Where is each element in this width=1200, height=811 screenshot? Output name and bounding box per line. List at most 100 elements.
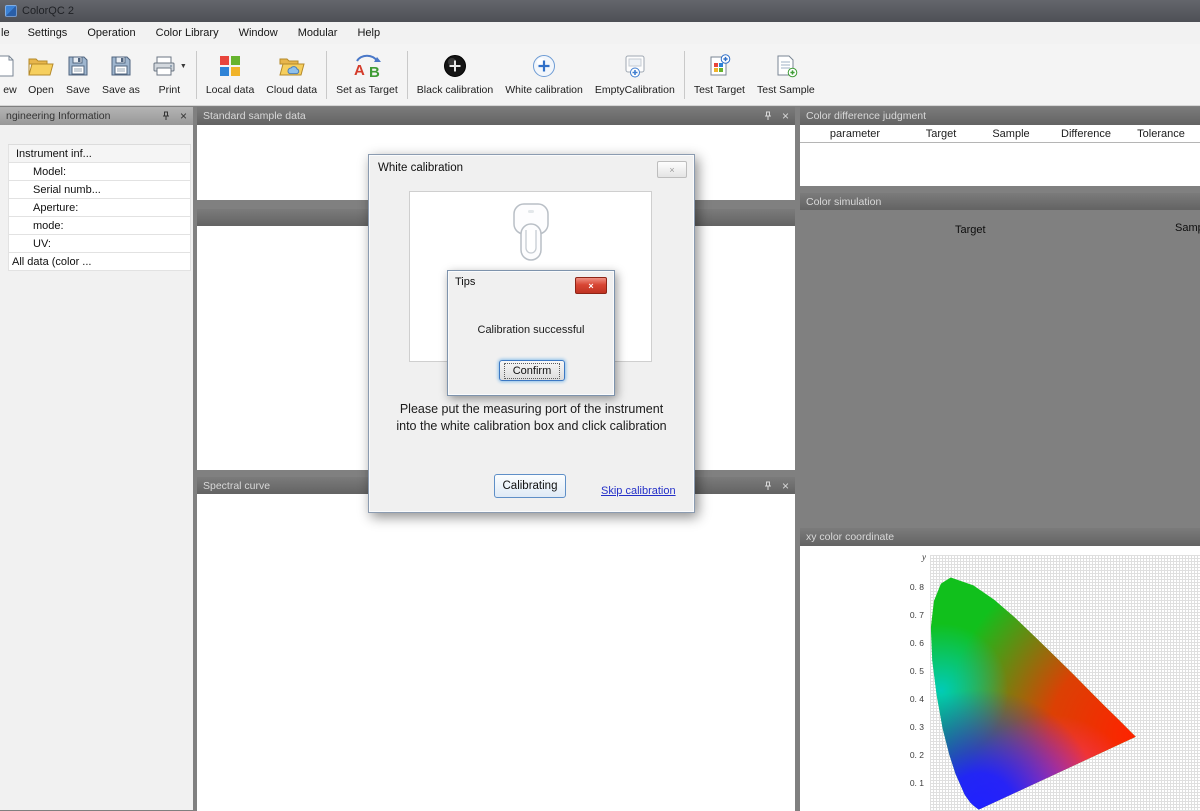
color-difference-judgment-panel: Color difference judgment parameter Targ… (800, 107, 1200, 186)
spectral-curve-body (197, 494, 795, 811)
save-as-button[interactable]: Save as (96, 49, 146, 98)
tree-row-serial-number[interactable]: Serial numb... (8, 181, 191, 199)
y-tick: 0. 7 (894, 610, 924, 620)
menubar: le Settings Operation Color Library Wind… (0, 22, 1200, 44)
judgment-header: Color difference judgment (800, 107, 1200, 125)
panel-title: ngineering Information (6, 110, 110, 122)
instrument-tree: Instrument inf... Model: Serial numb... … (8, 144, 191, 271)
panel-title: xy color coordinate (806, 531, 894, 543)
set-as-target-button[interactable]: A B Set as Target (330, 49, 404, 98)
y-tick: 0. 3 (894, 722, 924, 732)
ab-swap-icon: A B (350, 51, 384, 81)
column-sample: Sample (972, 128, 1050, 140)
tree-row-all-data[interactable]: All data (color ... (8, 253, 191, 271)
calibration-instructions: Please put the measuring port of the ins… (369, 401, 694, 435)
tree-row-model[interactable]: Model: (8, 163, 191, 181)
engineering-information-panel: ngineering Information × Instrument inf.… (0, 107, 193, 811)
dialog-close-button[interactable]: × (657, 161, 687, 178)
menu-color-library[interactable]: Color Library (146, 22, 229, 44)
toolbar-label: Cloud data (266, 84, 317, 96)
tree-row-label: Model: (33, 166, 66, 178)
tree-row-label: Instrument inf... (16, 148, 92, 160)
cie-chromaticity-diagram (930, 559, 1154, 811)
tree-row-label: UV: (33, 238, 51, 250)
tree-row-label: mode: (33, 220, 64, 232)
y-tick: 0. 5 (894, 666, 924, 676)
toolbar-separator (196, 51, 197, 99)
new-button[interactable]: ew (0, 49, 22, 98)
confirm-button-label: Confirm (504, 363, 561, 379)
tree-row-aperture[interactable]: Aperture: (8, 199, 191, 217)
close-icon[interactable]: × (782, 111, 789, 121)
skip-calibration-link[interactable]: Skip calibration (601, 485, 676, 497)
app-icon (5, 5, 17, 17)
window-title: ColorQC 2 (22, 5, 74, 17)
test-target-doc-icon (707, 51, 731, 81)
toolbar-label: ew (3, 84, 16, 96)
pin-icon[interactable] (763, 481, 773, 491)
tips-dialog: Tips × Calibration successful Confirm (447, 270, 615, 396)
toolbar-label: EmptyCalibration (595, 84, 675, 96)
toolbar-label: Save (66, 84, 90, 96)
standard-sample-header: Standard sample data × (197, 107, 795, 125)
menu-file[interactable]: le (0, 22, 18, 44)
pin-icon[interactable] (161, 111, 171, 121)
printer-icon (152, 55, 176, 77)
open-button[interactable]: Open (22, 49, 60, 98)
confirm-button[interactable]: Confirm (499, 360, 565, 381)
print-button[interactable]: ▼ Print (146, 49, 193, 98)
cloud-data-button[interactable]: Cloud data (260, 49, 323, 98)
menu-help[interactable]: Help (347, 22, 390, 44)
tree-row-uv[interactable]: UV: (8, 235, 191, 253)
y-axis-label: y (912, 552, 926, 562)
empty-box-plus-icon (623, 51, 647, 81)
print-dropdown-arrow[interactable]: ▼ (180, 63, 187, 70)
tips-message: Calibration successful (448, 324, 614, 336)
tree-row-label: Aperture: (33, 202, 78, 214)
white-calibration-button[interactable]: White calibration (499, 49, 589, 98)
toolbar-label: Local data (206, 84, 254, 96)
svg-text:A: A (354, 62, 365, 79)
toolbar-label: Black calibration (417, 84, 493, 96)
black-calibration-button[interactable]: Black calibration (411, 49, 499, 98)
y-tick: 0. 4 (894, 694, 924, 704)
tips-close-button[interactable]: × (575, 277, 607, 294)
cloud-folder-icon (279, 51, 305, 81)
test-target-button[interactable]: Test Target (688, 49, 751, 98)
xy-header: xy color coordinate (800, 528, 1200, 546)
menu-window[interactable]: Window (229, 22, 288, 44)
empty-calibration-button[interactable]: EmptyCalibration (589, 49, 681, 98)
close-icon[interactable]: × (180, 111, 187, 121)
new-document-icon (6, 51, 15, 81)
close-icon[interactable]: × (782, 481, 789, 491)
tree-row-mode[interactable]: mode: (8, 217, 191, 235)
instrument-illustration (504, 202, 558, 268)
test-sample-button[interactable]: Test Sample (751, 49, 821, 98)
column-parameter: parameter (800, 128, 910, 140)
toolbar-label: Test Sample (757, 84, 815, 96)
save-button[interactable]: Save (60, 49, 96, 98)
panel-title: Color simulation (806, 196, 881, 208)
spectral-curve-panel: Spectral curve × (197, 477, 795, 811)
toolbar-separator (684, 51, 685, 99)
tree-row-instrument-info[interactable]: Instrument inf... (8, 145, 191, 163)
column-difference: Difference (1050, 128, 1122, 140)
menu-operation[interactable]: Operation (77, 22, 145, 44)
black-sphere-plus-icon (443, 51, 467, 81)
calibrating-button[interactable]: Calibrating (494, 474, 566, 498)
color-simulation-panel: Color simulation Target Sample (800, 193, 1200, 525)
y-tick: 0. 1 (894, 778, 924, 788)
local-data-button[interactable]: Local data (200, 49, 260, 98)
panel-title: Spectral curve (203, 480, 270, 492)
menu-settings[interactable]: Settings (18, 22, 78, 44)
toolbar-label: Test Target (694, 84, 745, 96)
judgment-body: parameter Target Sample Difference Toler… (800, 125, 1200, 186)
toolbar-label: Save as (102, 84, 140, 96)
simulation-body: Target Sample (800, 210, 1200, 525)
y-tick: 0. 6 (894, 638, 924, 648)
menu-modular[interactable]: Modular (288, 22, 348, 44)
simulation-sample-label: Sample (1175, 222, 1200, 234)
xy-body: y 0. 8 0. 7 0. 6 0. 5 0. 4 0. 3 0. 2 0. … (800, 546, 1200, 811)
pin-icon[interactable] (763, 111, 773, 121)
toolbar-label: Open (28, 84, 54, 96)
